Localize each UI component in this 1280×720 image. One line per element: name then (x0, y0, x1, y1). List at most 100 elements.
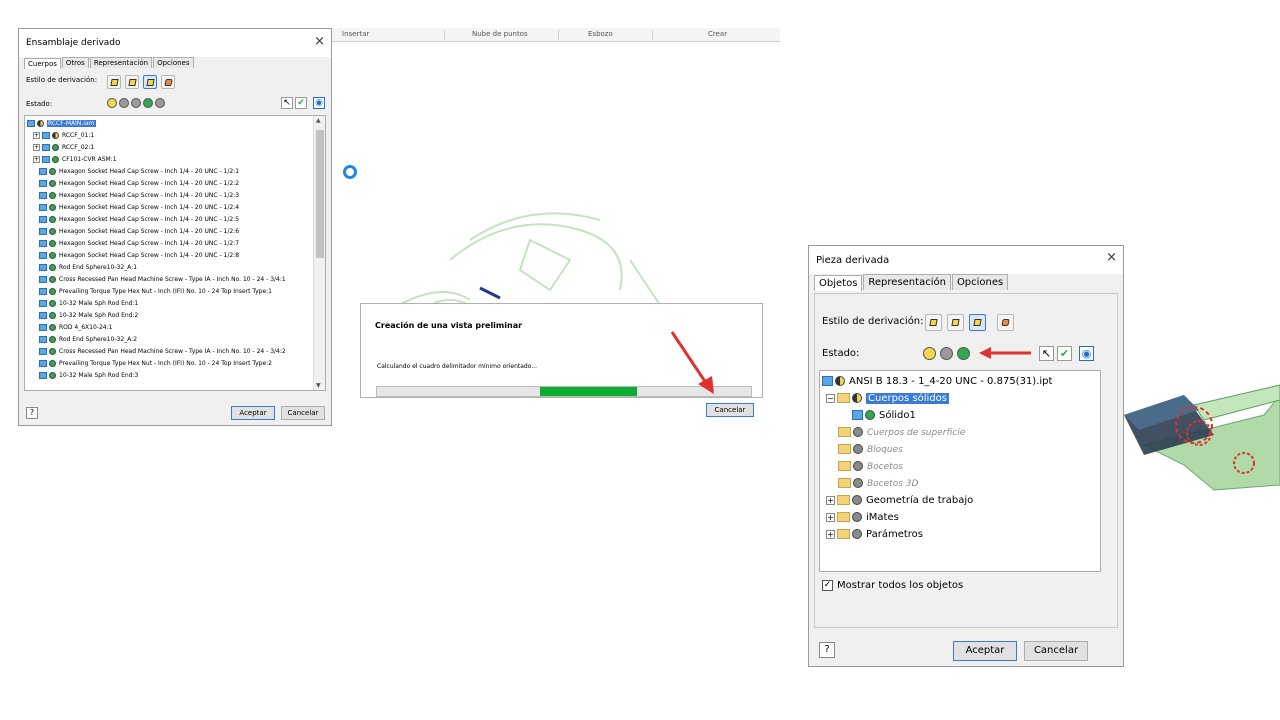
state-exclude-icon[interactable] (119, 98, 129, 108)
tree-row[interactable]: Hexagon Socket Head Cap Screw - Inch 1/4… (39, 214, 239, 226)
ribbon-tab-create[interactable]: Crear (708, 30, 727, 38)
expand-icon[interactable]: + (33, 144, 40, 151)
checkmark-icon[interactable]: ✔ (1057, 346, 1072, 361)
tree-row[interactable]: Prevailing Torque Type Hex Nut - Inch (I… (39, 358, 272, 370)
style-multi-body-button[interactable] (161, 75, 175, 89)
tab-options[interactable]: Opciones (153, 57, 194, 68)
tab-objects[interactable]: Objetos (814, 275, 863, 291)
status-icon[interactable] (49, 300, 56, 307)
tree-row[interactable]: Cross Recessed Pan Head Machine Screw - … (39, 346, 286, 358)
tree-row[interactable]: − Cuerpos sólidos (826, 390, 949, 407)
show-all-checkbox[interactable]: ✓ (822, 580, 833, 591)
status-icon[interactable] (49, 288, 56, 295)
status-icon[interactable] (52, 156, 59, 163)
select-arrow-icon[interactable]: ↖ (281, 97, 293, 109)
status-icon[interactable] (49, 324, 56, 331)
eye-icon[interactable]: ◉ (1079, 346, 1094, 361)
status-icon[interactable] (853, 427, 863, 437)
state-exclude-icon[interactable] (940, 347, 953, 360)
cancel-button[interactable]: Cancelar (1024, 641, 1088, 661)
state-include-icon[interactable] (107, 98, 117, 108)
tree-row[interactable]: Hexagon Socket Head Cap Screw - Inch 1/4… (39, 226, 239, 238)
tab-other[interactable]: Otros (61, 57, 89, 68)
tree-row[interactable]: ROD 4_6X10-24:1 (39, 322, 112, 334)
status-icon[interactable] (865, 410, 875, 420)
tree-row[interactable]: ANSI B 18.3 - 1_4-20 UNC - 0.875(31).ipt (822, 373, 1052, 390)
tree-row[interactable]: 10-32 Male Sph Rod End:1 (39, 298, 138, 310)
state-subtract-icon[interactable] (131, 98, 141, 108)
checkmark-icon[interactable]: ✔ (295, 97, 307, 109)
scrollbar-thumb[interactable] (316, 130, 324, 258)
tree-row[interactable]: Sólido1 (852, 407, 916, 424)
tree-row[interactable]: Bocetos 3D (838, 475, 918, 492)
status-icon[interactable] (49, 240, 56, 247)
tree-row[interactable]: + CF101-CVR ASM:1 (33, 154, 117, 166)
expand-icon[interactable]: + (826, 529, 835, 539)
tree-row[interactable]: Hexagon Socket Head Cap Screw - Inch 1/4… (39, 178, 239, 190)
tree-row[interactable]: Bloques (838, 441, 903, 458)
tree-row[interactable]: Hexagon Socket Head Cap Screw - Inch 1/4… (39, 202, 239, 214)
state-bounding-icon[interactable] (957, 347, 970, 360)
tree-row[interactable]: 10-32 Male Sph Rod End:2 (39, 310, 138, 322)
style-surface-button[interactable] (969, 314, 986, 331)
status-icon[interactable] (49, 180, 56, 187)
status-icon[interactable] (49, 276, 56, 283)
tree-row[interactable]: + Parámetros (826, 526, 923, 543)
tree-row[interactable]: Prevailing Torque Type Hex Nut - Inch (I… (39, 286, 272, 298)
tree-row[interactable]: Hexagon Socket Head Cap Screw - Inch 1/4… (39, 238, 239, 250)
style-surface-button[interactable] (143, 75, 157, 89)
tree-row[interactable]: + RCCF_02:1 (33, 142, 94, 154)
close-icon[interactable]: × (314, 34, 325, 49)
tree-row[interactable]: Hexagon Socket Head Cap Screw - Inch 1/4… (39, 190, 239, 202)
accept-button[interactable]: Aceptar (231, 406, 275, 420)
tab-bodies[interactable]: Cuerpos (24, 58, 61, 69)
state-intersect-icon[interactable] (155, 98, 165, 108)
style-single-body-button[interactable] (925, 314, 942, 331)
expand-icon[interactable]: + (33, 156, 40, 163)
eye-icon[interactable]: ◉ (313, 97, 325, 109)
state-include-icon[interactable] (923, 347, 936, 360)
status-icon[interactable] (49, 168, 56, 175)
tree-row[interactable]: Cuerpos de superficie (838, 424, 965, 441)
tree-row[interactable]: Bocetos (838, 458, 903, 475)
close-icon[interactable]: × (1106, 250, 1117, 265)
status-icon[interactable] (852, 529, 862, 539)
expand-icon[interactable]: + (826, 495, 835, 505)
scroll-up-icon[interactable]: ▲ (316, 117, 321, 124)
tree-row[interactable]: Hexagon Socket Head Cap Screw - Inch 1/4… (39, 250, 239, 262)
collapse-icon[interactable]: − (826, 393, 835, 403)
status-icon[interactable] (49, 312, 56, 319)
ribbon-tab-point-cloud[interactable]: Nube de puntos (472, 30, 528, 38)
style-solid-body-button[interactable] (947, 314, 964, 331)
status-icon[interactable] (49, 336, 56, 343)
tree-row[interactable]: + Geometría de trabajo (826, 492, 973, 509)
status-icon[interactable] (52, 132, 59, 139)
state-bounding-icon[interactable] (143, 98, 153, 108)
status-icon[interactable] (852, 512, 862, 522)
tree-row[interactable]: RCCF-MAIN.iam (27, 118, 96, 130)
status-icon[interactable] (852, 393, 862, 403)
expand-icon[interactable]: + (33, 132, 40, 139)
status-icon[interactable] (49, 192, 56, 199)
status-icon[interactable] (49, 216, 56, 223)
tree-scrollbar[interactable]: ▲ ▼ (313, 116, 325, 390)
tree-row[interactable]: 10-32 Male Sph Rod End:3 (39, 370, 138, 382)
scroll-down-icon[interactable]: ▼ (316, 382, 321, 389)
style-single-body-button[interactable] (107, 75, 121, 89)
tree-row[interactable]: Hexagon Socket Head Cap Screw - Inch 1/4… (39, 166, 239, 178)
status-icon[interactable] (835, 376, 845, 386)
help-icon[interactable]: ? (26, 407, 38, 419)
status-icon[interactable] (49, 264, 56, 271)
tree-row[interactable]: Rod End Sphere10-32_A:1 (39, 262, 137, 274)
status-icon[interactable] (37, 120, 44, 127)
status-icon[interactable] (49, 204, 56, 211)
ribbon-tab-insert[interactable]: Insertar (342, 30, 369, 38)
tab-representation[interactable]: Representación (89, 57, 153, 68)
help-icon[interactable]: ? (819, 642, 835, 658)
status-icon[interactable] (853, 444, 863, 454)
accept-button[interactable]: Aceptar (953, 641, 1017, 661)
tab-options[interactable]: Opciones (951, 274, 1009, 290)
status-icon[interactable] (852, 495, 862, 505)
tree-row[interactable]: Cross Recessed Pan Head Machine Screw - … (39, 274, 286, 286)
progress-cancel-button[interactable]: Cancelar (706, 403, 754, 417)
